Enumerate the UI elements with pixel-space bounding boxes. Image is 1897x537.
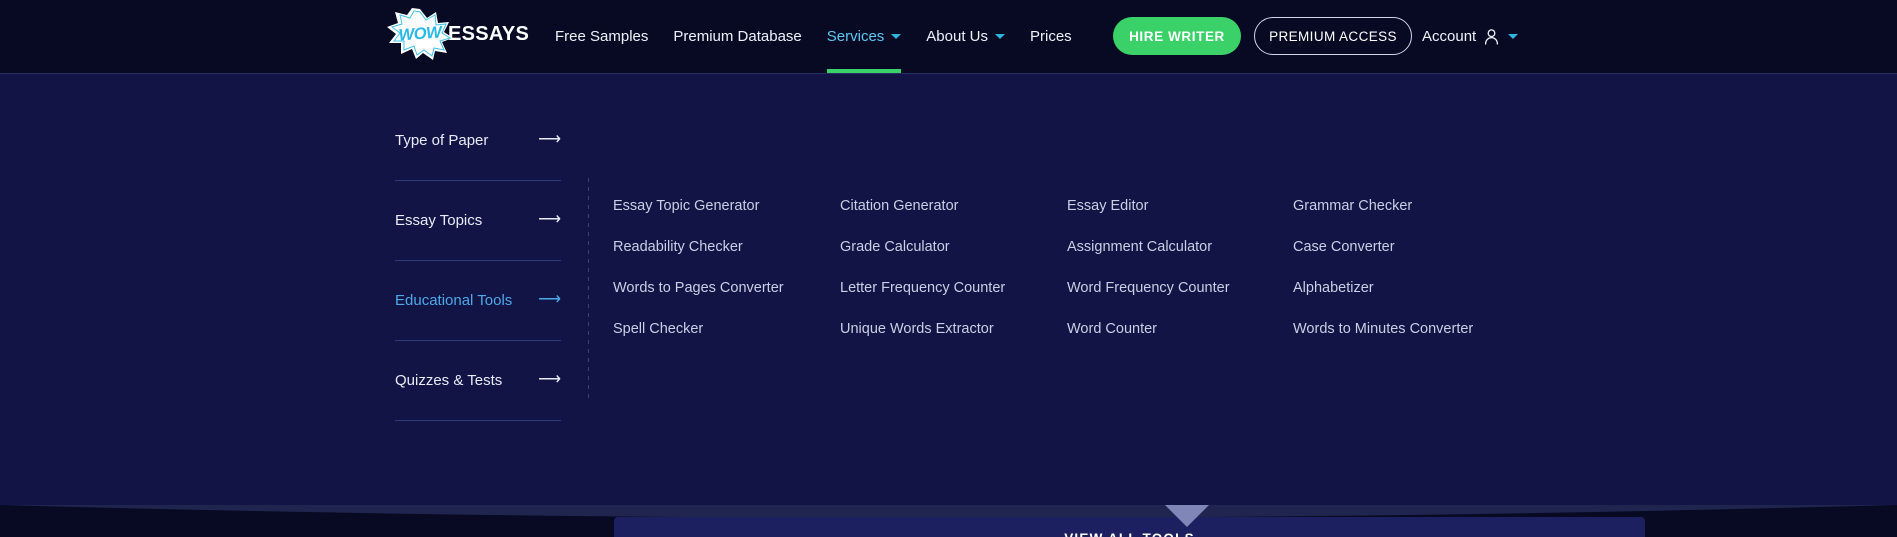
logo-word-text: ESSAYS [448, 22, 530, 45]
category-divider [395, 180, 561, 181]
category-label: Quizzes & Tests [395, 371, 503, 389]
category-divider [395, 260, 561, 261]
site-header: WOW ESSAYS Free Samples Premium Database… [0, 0, 1897, 73]
nav-active-indicator [826, 69, 902, 73]
tool-link[interactable]: Unique Words Extractor [840, 321, 1067, 337]
hire-writer-button[interactable]: HIRE WRITER [1113, 17, 1241, 55]
services-dropdown-panel: Type of Paper ⟶ Essay Topics ⟶ Education… [0, 73, 1897, 537]
nav-label: Premium Database [673, 28, 802, 45]
page-root: WOW ESSAYS Free Samples Premium Database… [0, 0, 1897, 537]
tool-link[interactable]: Grammar Checker [1293, 198, 1553, 214]
chevron-down-icon [995, 34, 1005, 39]
category-divider [395, 420, 561, 421]
tool-link[interactable]: Essay Editor [1067, 198, 1293, 214]
account-menu[interactable]: Account [1422, 0, 1519, 73]
scroll-down-caret-icon[interactable] [1165, 505, 1209, 527]
tool-link[interactable]: Letter Frequency Counter [840, 280, 1067, 296]
premium-access-button[interactable]: PREMIUM ACCESS [1254, 17, 1412, 55]
tool-link[interactable]: Essay Topic Generator [613, 198, 840, 214]
tool-link[interactable]: Grade Calculator [840, 239, 1067, 255]
dropdown-category-list: Type of Paper ⟶ Essay Topics ⟶ Education… [395, 123, 561, 443]
category-divider [395, 340, 561, 341]
tool-link[interactable]: Alphabetizer [1293, 280, 1553, 296]
nav-label: Services [826, 28, 885, 45]
nav-item-free-samples[interactable]: Free Samples [555, 0, 648, 73]
tool-link[interactable]: Citation Generator [840, 198, 1067, 214]
tool-link[interactable]: Case Converter [1293, 239, 1553, 255]
category-essay-topics[interactable]: Essay Topics ⟶ [395, 203, 561, 237]
arrow-right-icon: ⟶ [538, 371, 561, 388]
tool-link[interactable]: Assignment Calculator [1067, 239, 1293, 255]
tool-link[interactable]: Spell Checker [613, 321, 840, 337]
tool-link[interactable]: Word Frequency Counter [1067, 280, 1293, 296]
person-icon [1484, 28, 1499, 45]
site-logo[interactable]: WOW ESSAYS [386, 8, 529, 60]
chevron-down-icon [1508, 34, 1519, 39]
category-educational-tools[interactable]: Educational Tools ⟶ [395, 283, 561, 317]
category-type-of-paper[interactable]: Type of Paper ⟶ [395, 123, 561, 157]
vertical-dotted-divider [588, 178, 589, 398]
tool-link[interactable]: Word Counter [1067, 321, 1293, 337]
nav-item-premium-database[interactable]: Premium Database [673, 0, 801, 73]
tool-link[interactable]: Words to Pages Converter [613, 280, 840, 296]
nav-item-prices[interactable]: Prices [1030, 0, 1072, 73]
arrow-right-icon: ⟶ [538, 211, 561, 228]
educational-tools-grid: Essay Topic Generator Citation Generator… [613, 198, 1553, 362]
tool-link[interactable]: Readability Checker [613, 239, 840, 255]
tool-link[interactable]: Words to Minutes Converter [1293, 321, 1553, 337]
chevron-down-icon [891, 34, 902, 39]
arrow-right-icon: ⟶ [538, 131, 561, 148]
arrow-right-icon: ⟶ [538, 291, 561, 308]
nav-label: Free Samples [555, 28, 649, 45]
nav-item-services[interactable]: Services [826, 0, 902, 73]
nav-label: About Us [926, 28, 988, 45]
account-label: Account [1422, 28, 1477, 45]
logo-mark-text: WOW [397, 23, 442, 44]
category-label: Type of Paper [395, 131, 489, 149]
nav-label: Prices [1030, 28, 1072, 45]
dropdown-top-divider [0, 73, 1897, 74]
category-label: Educational Tools [395, 291, 513, 309]
starburst-logo-icon: WOW [386, 8, 454, 60]
nav-item-about-us[interactable]: About Us [926, 0, 1005, 73]
main-nav: Free Samples Premium Database Services A… [555, 0, 1097, 73]
category-label: Essay Topics [395, 211, 483, 229]
view-all-tools-button[interactable]: VIEW ALL TOOLS [614, 517, 1645, 537]
category-quizzes-and-tests[interactable]: Quizzes & Tests ⟶ [395, 363, 561, 397]
